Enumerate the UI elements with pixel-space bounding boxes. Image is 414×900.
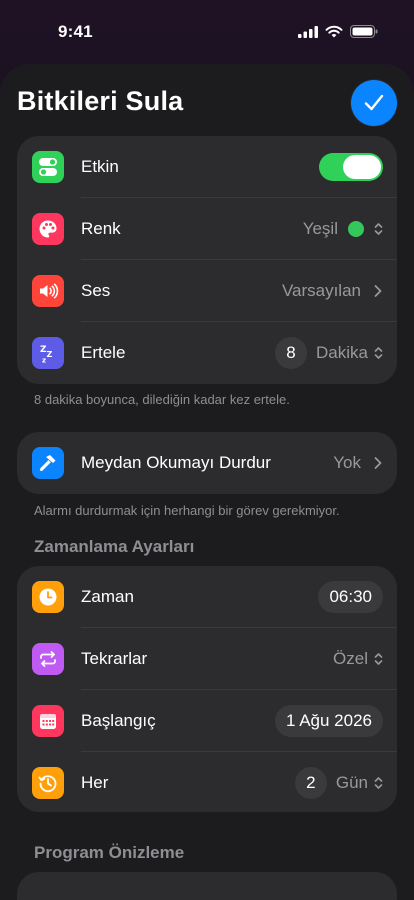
- chevron-up-down-icon: [374, 347, 383, 359]
- enabled-row: Etkin: [17, 136, 397, 198]
- sound-row[interactable]: Ses Varsayılan: [17, 260, 397, 322]
- cellular-signal-icon: [298, 25, 318, 38]
- history-clock-icon: [32, 767, 64, 799]
- palette-icon: [32, 213, 64, 245]
- color-row[interactable]: Renk Yeşil: [17, 198, 397, 260]
- repeats-row[interactable]: Tekrarlar Özel: [17, 628, 397, 690]
- stop-challenge-value: Yok: [333, 453, 361, 472]
- repeats-value: Özel: [333, 649, 368, 668]
- color-label: Renk: [81, 219, 121, 238]
- time-row: Zaman 06:30: [17, 566, 397, 628]
- time-label: Zaman: [81, 587, 134, 606]
- chevron-up-down-icon: [374, 653, 383, 665]
- schedule-section-header: Zamanlama Ayarları: [34, 537, 195, 556]
- hammer-icon: [32, 447, 64, 479]
- snooze-count[interactable]: 8: [275, 337, 308, 369]
- every-label: Her: [81, 773, 109, 792]
- chevron-right-icon: [374, 457, 382, 469]
- repeat-icon: [32, 643, 64, 675]
- challenge-footnote: Alarmı durdurmak için herhangi bir görev…: [34, 503, 340, 518]
- start-date-picker[interactable]: 1 Ağu 2026: [274, 705, 383, 737]
- svg-text:Z: Z: [47, 350, 53, 359]
- color-value: Yeşil: [302, 219, 338, 238]
- sound-label: Ses: [81, 281, 111, 300]
- chevron-up-down-icon: [374, 223, 383, 235]
- start-row: Başlangıç 1 Ağu 2026: [17, 690, 397, 752]
- status-bar: 9:41: [0, 0, 414, 62]
- snooze-row[interactable]: Z Z z Ertele 8 Dakika: [17, 322, 397, 384]
- svg-text:z: z: [42, 357, 46, 365]
- preview-card: [17, 872, 397, 900]
- sound-value: Varsayılan: [281, 281, 361, 300]
- challenge-group: Meydan Okumayı Durdur Yok: [17, 432, 397, 494]
- stop-challenge-label: Meydan Okumayı Durdur: [81, 453, 271, 472]
- time-picker[interactable]: 06:30: [318, 581, 383, 613]
- battery-icon: [350, 25, 378, 38]
- calendar-icon: [32, 705, 64, 737]
- wifi-icon: [325, 25, 343, 38]
- every-unit[interactable]: Gün: [336, 773, 368, 793]
- every-row[interactable]: Her 2 Gün: [17, 752, 397, 812]
- status-time: 9:41: [58, 22, 93, 41]
- status-icons: [298, 25, 378, 38]
- snooze-zzz-icon: Z Z z: [32, 337, 64, 369]
- clock-icon: [32, 581, 64, 613]
- done-button[interactable]: [351, 80, 397, 126]
- stop-challenge-row[interactable]: Meydan Okumayı Durdur Yok: [17, 432, 397, 494]
- schedule-group: Zaman 06:30 Tekrarlar Özel Başlangıç 1 A…: [17, 566, 397, 812]
- speaker-icon: [32, 275, 64, 307]
- chevron-right-icon: [374, 285, 382, 297]
- snooze-label: Ertele: [81, 343, 126, 362]
- enabled-toggle[interactable]: [319, 153, 383, 181]
- checkmark-icon: [364, 94, 384, 111]
- enabled-label: Etkin: [81, 157, 119, 176]
- every-count[interactable]: 2: [294, 767, 327, 799]
- color-swatch: [348, 221, 364, 237]
- snooze-footnote: 8 dakika boyunca, dilediğin kadar kez er…: [34, 392, 290, 407]
- snooze-unit[interactable]: Dakika: [316, 343, 368, 363]
- start-label: Başlangıç: [81, 711, 156, 730]
- chevron-up-down-icon: [374, 777, 383, 789]
- page-title: Bitkileri Sula: [17, 86, 184, 116]
- alarm-settings-group: Etkin Renk Yeşil Ses Varsayılan Z Z z Er…: [17, 136, 397, 384]
- preview-section-header: Program Önizleme: [34, 843, 185, 862]
- repeats-label: Tekrarlar: [81, 649, 148, 668]
- toggle-switch-icon: [32, 151, 64, 183]
